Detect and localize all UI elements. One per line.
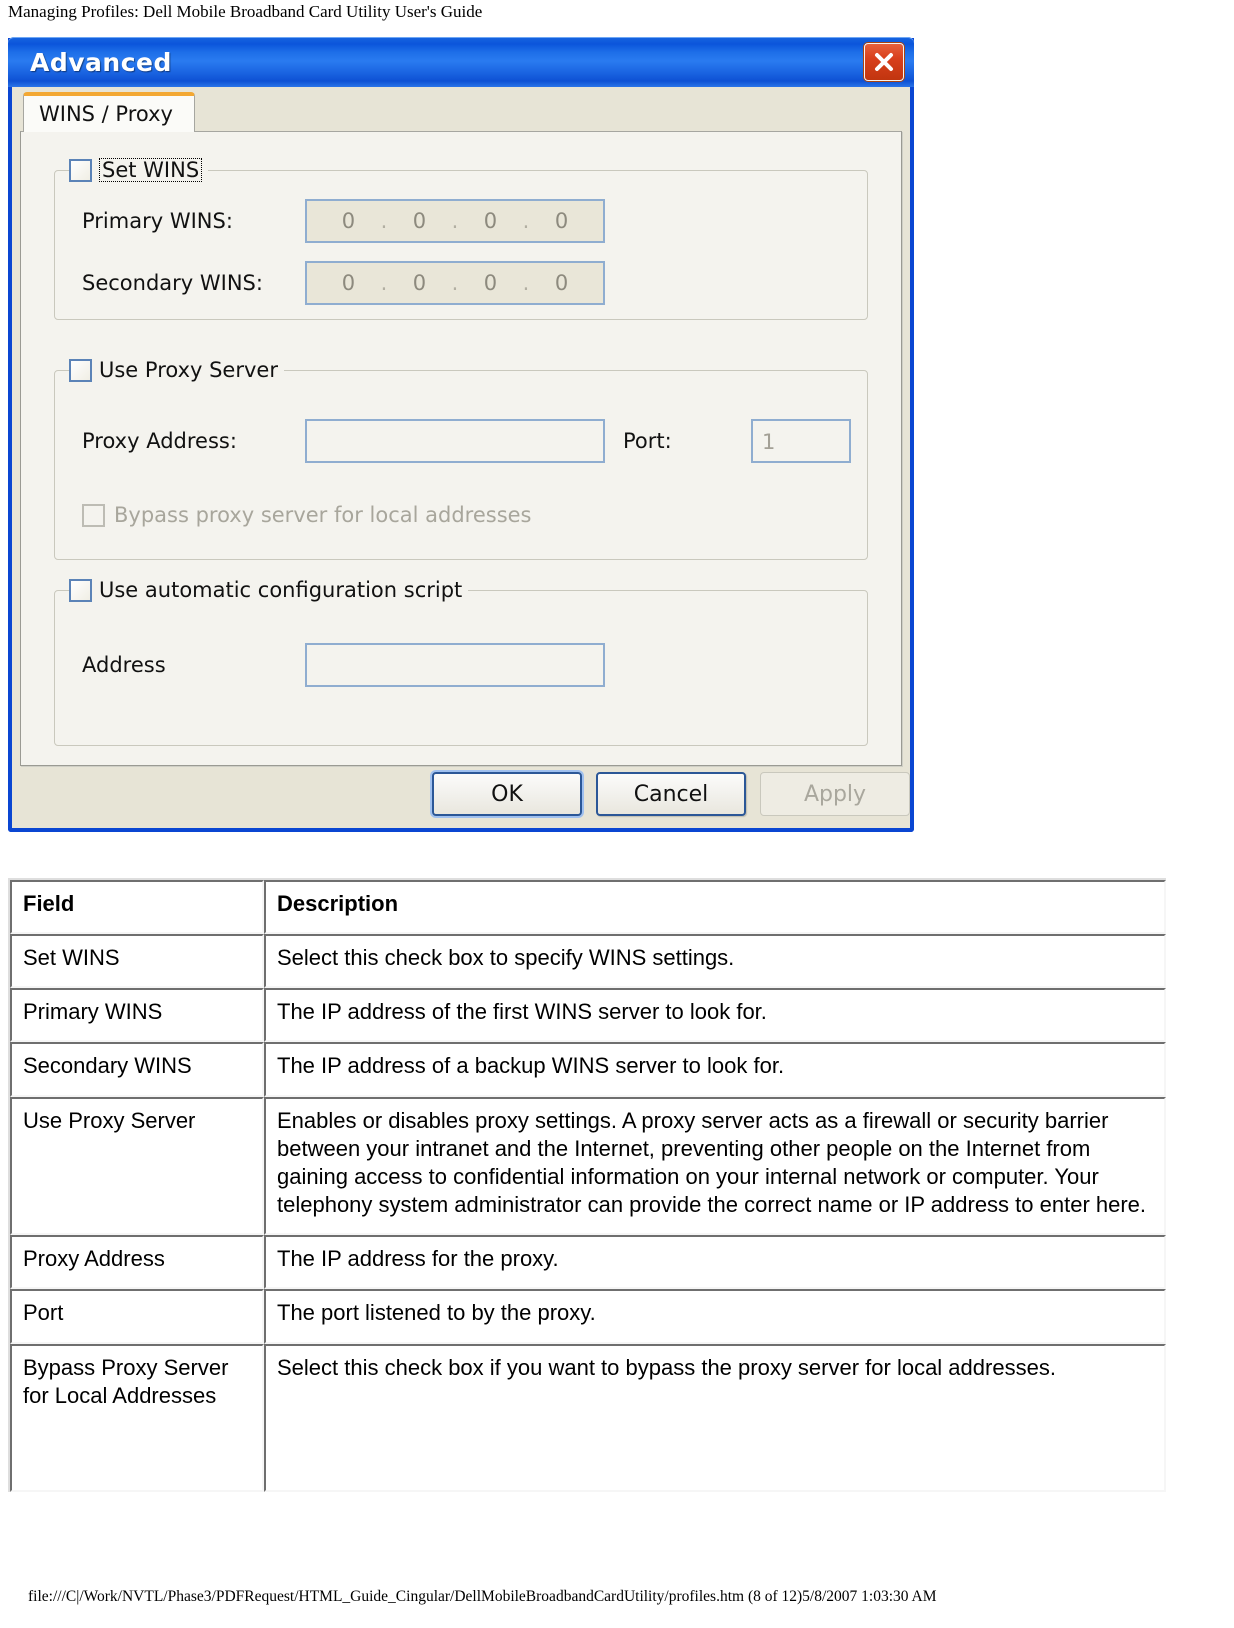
row-description: The IP address of the first WINS server … [264,988,1166,1043]
primary-wins-input[interactable]: 0 . 0 . 0 . 0 [305,199,605,243]
ip-dot: . [451,209,459,233]
tab-area: WINS / Proxy Set WINS Primary WINS: 0 . … [20,92,902,766]
secondary-wins-octet-3: 0 [483,271,498,295]
script-address-label: Address [82,653,166,677]
table-row: Secondary WINS The IP address of a backu… [10,1042,1166,1097]
row-field: Set WINS [10,934,264,989]
row-description: Select this check box if you want to byp… [264,1343,1166,1492]
dialog-button-row: OK Cancel Apply [20,772,910,818]
auto-config-script-group: Use automatic configuration script Addre… [54,576,868,746]
secondary-wins-input[interactable]: 0 . 0 . 0 . 0 [305,261,605,305]
ip-dot: . [522,209,530,233]
proxy-group-legend: Use Proxy Server [69,356,284,384]
row-field: Primary WINS [10,988,264,1043]
set-wins-checkbox[interactable] [69,158,92,182]
proxy-group: Use Proxy Server Proxy Address: Port: 1 … [54,356,868,560]
dialog-title: Advanced [30,48,172,77]
primary-wins-octet-2: 0 [412,209,427,233]
primary-wins-octet-3: 0 [483,209,498,233]
primary-wins-octet-4: 0 [554,209,569,233]
set-wins-label: Set WINS [99,157,203,183]
row-field: Bypass Proxy Server for Local Addresses [10,1343,264,1492]
proxy-address-input[interactable] [305,419,605,463]
use-auto-config-script-label: Use automatic configuration script [99,578,463,602]
auto-config-script-legend: Use automatic configuration script [69,576,469,604]
cancel-button[interactable]: Cancel [596,772,746,816]
secondary-wins-octet-1: 0 [341,271,356,295]
use-proxy-server-checkbox[interactable] [69,358,92,382]
secondary-wins-label: Secondary WINS: [82,271,263,295]
table-row: Primary WINS The IP address of the first… [10,988,1166,1043]
port-label: Port: [623,429,672,453]
use-proxy-server-label: Use Proxy Server [99,358,278,382]
ip-dot: . [380,209,388,233]
apply-button: Apply [760,772,910,816]
column-header-description: Description [264,880,1166,935]
close-icon[interactable] [864,43,904,81]
row-description: The IP address of a backup WINS server t… [264,1042,1166,1097]
row-description: Select this check box to specify WINS se… [264,934,1166,989]
row-description: The port listened to by the proxy. [264,1289,1166,1344]
bypass-proxy-label: Bypass proxy server for local addresses [114,503,532,527]
row-field: Secondary WINS [10,1042,264,1097]
secondary-wins-octet-2: 0 [412,271,427,295]
table-header-row: Field Description [10,880,1166,935]
table-row: Port The port listened to by the proxy. [10,1289,1166,1344]
table-row: Proxy Address The IP address for the pro… [10,1235,1166,1290]
use-auto-config-script-checkbox[interactable] [69,578,92,602]
row-field: Proxy Address [10,1235,264,1290]
advanced-dialog: Advanced WINS / Proxy Set WINS Primary W… [8,37,914,832]
bypass-proxy-checkbox [82,503,105,527]
page-title: Managing Profiles: Dell Mobile Broadband… [8,2,483,21]
wins-group: Set WINS Primary WINS: 0 . 0 . 0 . 0 Sec… [54,156,868,320]
field-description-table: Field Description Set WINS Select this c… [8,878,1166,1492]
dialog-titlebar: Advanced [8,37,914,87]
row-field: Use Proxy Server [10,1096,264,1236]
ip-dot: . [522,271,530,295]
table-row: Use Proxy Server Enables or disables pro… [10,1096,1166,1236]
secondary-wins-octet-4: 0 [554,271,569,295]
tab-wins-proxy-label: WINS / Proxy [39,102,173,126]
bypass-proxy-row[interactable]: Bypass proxy server for local addresses [82,503,532,527]
table-row: Set WINS Select this check box to specif… [10,934,1166,989]
ok-button[interactable]: OK [432,772,582,816]
tab-panel-wins-proxy: Set WINS Primary WINS: 0 . 0 . 0 . 0 Sec… [20,131,902,766]
table-row: Bypass Proxy Server for Local Addresses … [10,1343,1166,1492]
primary-wins-label: Primary WINS: [82,209,233,233]
primary-wins-octet-1: 0 [341,209,356,233]
script-address-input[interactable] [305,643,605,687]
port-input[interactable]: 1 [751,419,851,463]
row-description: Enables or disables proxy settings. A pr… [264,1096,1166,1236]
ip-dot: . [380,271,388,295]
ip-dot: . [451,271,459,295]
proxy-address-label: Proxy Address: [82,429,237,453]
column-header-field: Field [10,880,264,935]
wins-group-legend: Set WINS [69,156,209,184]
footer-path: file:///C|/Work/NVTL/Phase3/PDFRequest/H… [28,1588,937,1605]
row-field: Port [10,1289,264,1344]
row-description: The IP address for the proxy. [264,1235,1166,1290]
tab-wins-proxy[interactable]: WINS / Proxy [23,92,195,132]
